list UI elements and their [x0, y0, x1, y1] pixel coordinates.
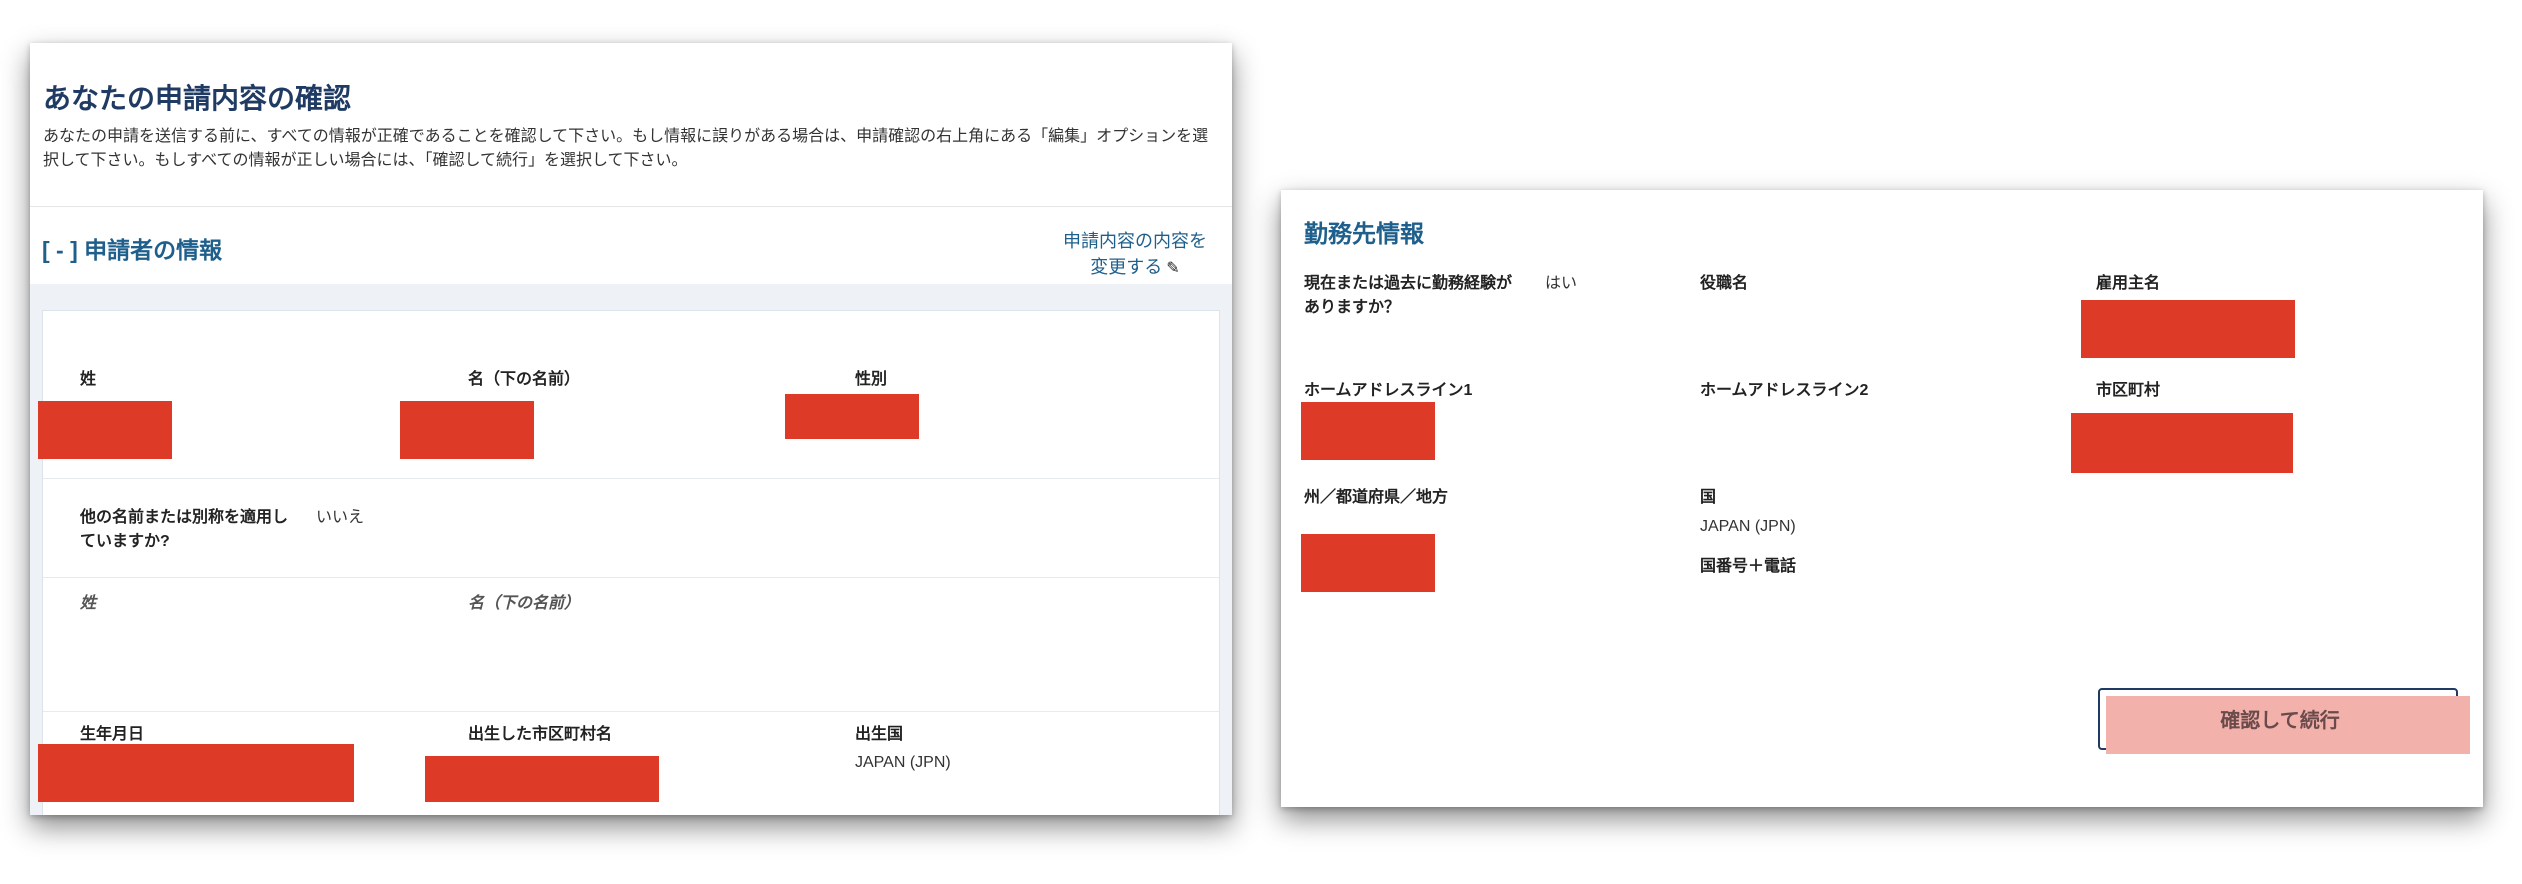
given-name-label: 名（下の名前） [468, 371, 581, 388]
state-label: 州／都道府県／地方 [1304, 489, 1449, 506]
redacted-surname [38, 401, 172, 459]
edit-applicant-link[interactable]: 申請内容の内容を 変更する ✎ [1050, 228, 1220, 282]
phone-label: 国番号＋電話 [1700, 558, 1797, 575]
row-divider [43, 478, 1219, 479]
employment-panel: 勤務先情報 現在または過去に勤務経験がありますか？ はい 役職名 雇用主名 ホー… [1281, 190, 2483, 807]
pencil-icon: ✎ [1166, 260, 1180, 277]
applicant-details-card: 姓 名（下の名前） 性別 他の名前または別称を適用していますか? いいえ 姓 名… [38, 310, 1220, 815]
redacted-birth-city [425, 756, 659, 802]
edit-link-line1: 申請内容の内容を [1063, 231, 1207, 251]
redacted-state [1301, 534, 1435, 592]
birth-city-label: 出生した市区町村名 [468, 726, 613, 743]
redacted-employer [2081, 300, 2295, 358]
other-names-question: 他の名前または別称を適用していますか? [80, 509, 289, 550]
confirm-continue-button[interactable]: 確認して続行 [2098, 688, 2470, 754]
redacted-birth-date [38, 744, 354, 802]
row-divider [43, 577, 1219, 578]
address2-label: ホームアドレスライン2 [1700, 382, 1869, 399]
address1-label: ホームアドレスライン1 [1304, 382, 1473, 399]
country-label: 国 [1700, 489, 1717, 506]
redacted-city [2071, 413, 2293, 473]
surname-label: 姓 [80, 371, 97, 388]
edit-link-line2: 変更する [1090, 257, 1163, 277]
alias-surname-label: 姓 [80, 595, 97, 612]
gender-label: 性別 [855, 371, 888, 388]
confirm-button-label: 確認して続行 [2220, 710, 2340, 732]
page-title: あなたの申請内容の確認 [43, 83, 352, 114]
employment-section-title: 勤務先情報 [1304, 221, 1424, 248]
job-title-label: 役職名 [1700, 275, 1749, 292]
experience-answer: はい [1545, 275, 1578, 292]
review-panel: あなたの申請内容の確認 あなたの申請を送信する前に、すべての情報が正確であること… [30, 43, 1232, 815]
city-label: 市区町村 [2096, 382, 2161, 399]
redacted-gender [785, 394, 919, 439]
country-value: JAPAN (JPN) [1700, 518, 1796, 535]
applicant-section-toggle[interactable]: [ - ] 申請者の情報 [42, 231, 222, 265]
employer-label: 雇用主名 [2096, 275, 2161, 292]
page-description: あなたの申請を送信する前に、すべての情報が正確であることを確認して下さい。もし情… [43, 128, 1209, 169]
redacted-address1 [1301, 402, 1435, 460]
birth-country-label: 出生国 [855, 726, 904, 743]
divider [30, 206, 1232, 207]
row-divider [43, 711, 1219, 712]
experience-question: 現在または過去に勤務経験がありますか？ [1304, 275, 1513, 316]
other-names-answer: いいえ [316, 509, 365, 526]
birth-country-value: JAPAN (JPN) [855, 754, 951, 771]
alias-given-name-label: 名（下の名前） [468, 595, 581, 612]
redacted-given-name [400, 401, 534, 459]
